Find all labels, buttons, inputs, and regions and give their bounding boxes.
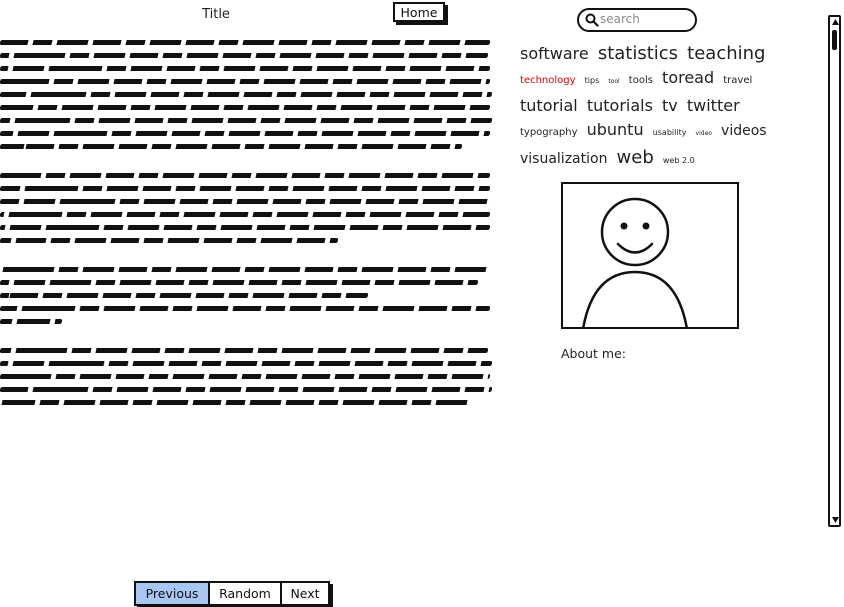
scribble-line (0, 131, 491, 136)
tag-statistics[interactable]: statistics (598, 43, 678, 64)
tag-teaching[interactable]: teaching (687, 43, 765, 64)
tag-usability[interactable]: usability (653, 128, 687, 137)
search-icon (585, 13, 599, 27)
pagination: Previous Random Next (134, 581, 330, 606)
tag-twitter[interactable]: twitter (687, 96, 740, 115)
scribble-line (0, 199, 493, 204)
tag-travel[interactable]: travel (723, 75, 752, 86)
previous-button[interactable]: Previous (136, 583, 210, 604)
scribble-line (0, 387, 493, 392)
scribble-line (0, 348, 489, 353)
search-box[interactable] (577, 8, 697, 32)
tag-visualization[interactable]: visualization (520, 151, 607, 167)
scribble-line (0, 118, 493, 123)
tag-cloud: software statistics teaching technology … (520, 42, 810, 173)
tag-tools[interactable]: tools (629, 75, 653, 86)
scribble-line (0, 225, 491, 230)
page-title: Title (202, 7, 230, 22)
about-me-label: About me: (561, 346, 627, 361)
tag-video[interactable]: video (696, 130, 712, 137)
scribble-line (0, 186, 491, 191)
tag-typography[interactable]: typography (520, 127, 578, 138)
scribble-line (0, 144, 463, 149)
vertical-scrollbar[interactable] (828, 15, 841, 527)
search-input[interactable] (600, 11, 688, 27)
scribble-line (0, 400, 471, 405)
scribble-line (0, 105, 491, 110)
scribble-paragraph (0, 348, 500, 405)
tag-technology[interactable]: technology (520, 75, 576, 86)
scribble-line (0, 212, 491, 217)
avatar (561, 182, 739, 329)
main-content (0, 40, 500, 429)
scribble-line (0, 53, 489, 58)
avatar-placeholder-icon (582, 197, 688, 327)
home-button[interactable]: Home (393, 2, 445, 22)
scribble-line (0, 267, 489, 272)
tag-tips[interactable]: tips (585, 76, 600, 85)
scribble-line (0, 361, 493, 366)
scribble-line (0, 293, 369, 298)
next-button[interactable]: Next (282, 583, 328, 604)
scribble-line (0, 306, 491, 311)
scribble-paragraph (0, 173, 500, 243)
scribble-line (0, 319, 63, 324)
scribble-line (0, 79, 491, 84)
scribble-paragraph (0, 40, 500, 149)
tag-ubuntu[interactable]: ubuntu (587, 120, 644, 139)
tag-tutorial[interactable]: tutorial (520, 96, 578, 115)
arrow-down-icon[interactable] (831, 516, 840, 524)
scribble-line (0, 238, 339, 243)
tag-software[interactable]: software (520, 44, 589, 63)
scribble-line (0, 280, 479, 285)
scribble-line (0, 66, 491, 71)
tag-toread[interactable]: toread (662, 68, 714, 87)
scribble-line (0, 92, 493, 97)
tag-tutorials[interactable]: tutorials (587, 96, 653, 115)
tag-videos[interactable]: videos (721, 123, 767, 139)
scribble-line (0, 40, 491, 45)
tag-tool[interactable]: tool (608, 78, 619, 85)
random-button[interactable]: Random (210, 583, 282, 604)
tag-web-2-0[interactable]: web 2.0 (663, 156, 695, 165)
scribble-line (0, 374, 491, 379)
scribble-paragraph (0, 267, 500, 324)
scrollbar-thumb[interactable] (832, 30, 837, 50)
tag-tv[interactable]: tv (662, 96, 678, 115)
arrow-up-icon[interactable] (831, 18, 840, 26)
tag-web[interactable]: web (617, 147, 654, 168)
scribble-line (0, 173, 491, 178)
